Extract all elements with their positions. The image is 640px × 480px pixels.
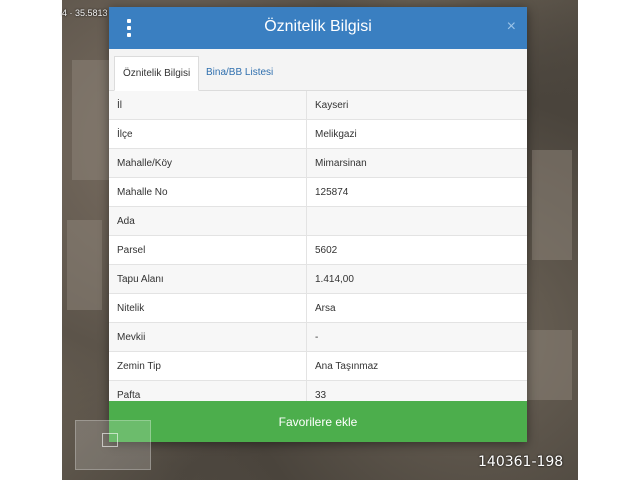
attribute-value <box>306 206 527 236</box>
tab-building-list[interactable]: Bina/BB Listesi <box>198 56 281 90</box>
attribute-key: Mahalle No <box>109 177 307 207</box>
attribute-value: - <box>306 322 527 352</box>
table-row: İlçe Melikgazi <box>109 119 527 149</box>
table-row: Ada <box>109 206 527 236</box>
listing-reference: 140361-198 <box>478 454 564 470</box>
attribute-key: Nitelik <box>109 293 307 323</box>
table-row: Zemin Tip Ana Taşınmaz <box>109 351 527 381</box>
attribute-value: Ana Taşınmaz <box>306 351 527 381</box>
attribute-value: Melikgazi <box>306 119 527 149</box>
attribute-value: Mimarsinan <box>306 148 527 178</box>
attribute-value: 1.414,00 <box>306 264 527 294</box>
attribute-value: Arsa <box>306 293 527 323</box>
table-row: Mevkii - <box>109 322 527 352</box>
map-building <box>532 150 572 260</box>
map-coordinate-readout: 4 · 35.5813 <box>62 8 108 18</box>
add-to-favorites-button[interactable]: Favorilere ekle <box>109 401 527 442</box>
map-building <box>67 220 102 310</box>
map-building <box>527 330 572 400</box>
dialog-tabs: Öznitelik Bilgisi Bina/BB Listesi <box>109 49 527 91</box>
table-row: İl Kayseri <box>109 91 527 120</box>
table-row: Mahalle/Köy Mimarsinan <box>109 148 527 178</box>
attribute-key: Mevkii <box>109 322 307 352</box>
table-row: Mahalle No 125874 <box>109 177 527 207</box>
table-row: Nitelik Arsa <box>109 293 527 323</box>
logo-mark-icon <box>102 433 118 447</box>
close-icon[interactable]: × <box>507 18 516 36</box>
attribute-table: İl Kayseri İlçe Melikgazi Mahalle/Köy Mimarsi… <box>109 91 527 410</box>
attribute-value: 125874 <box>306 177 527 207</box>
table-row: Parsel 5602 <box>109 235 527 265</box>
attribute-key: Zemin Tip <box>109 351 307 381</box>
map-building <box>72 60 112 180</box>
attribute-key: Tapu Alanı <box>109 264 307 294</box>
attribute-key: İl <box>109 91 307 120</box>
watermark-logo <box>75 420 151 470</box>
tab-attribute-info[interactable]: Öznitelik Bilgisi <box>114 56 200 91</box>
attribute-key: Mahalle/Köy <box>109 148 307 178</box>
attribute-key: Ada <box>109 206 307 236</box>
dialog-header: Öznitelik Bilgisi × <box>109 7 527 49</box>
attribute-value: 5602 <box>306 235 527 265</box>
attribute-value: Kayseri <box>306 91 527 120</box>
table-row: Tapu Alanı 1.414,00 <box>109 264 527 294</box>
dialog-title: Öznitelik Bilgisi <box>264 18 372 35</box>
attribute-key: Parsel <box>109 235 307 265</box>
attribute-info-dialog: Öznitelik Bilgisi × Öznitelik Bilgisi Bi… <box>109 7 527 442</box>
attribute-key: İlçe <box>109 119 307 149</box>
